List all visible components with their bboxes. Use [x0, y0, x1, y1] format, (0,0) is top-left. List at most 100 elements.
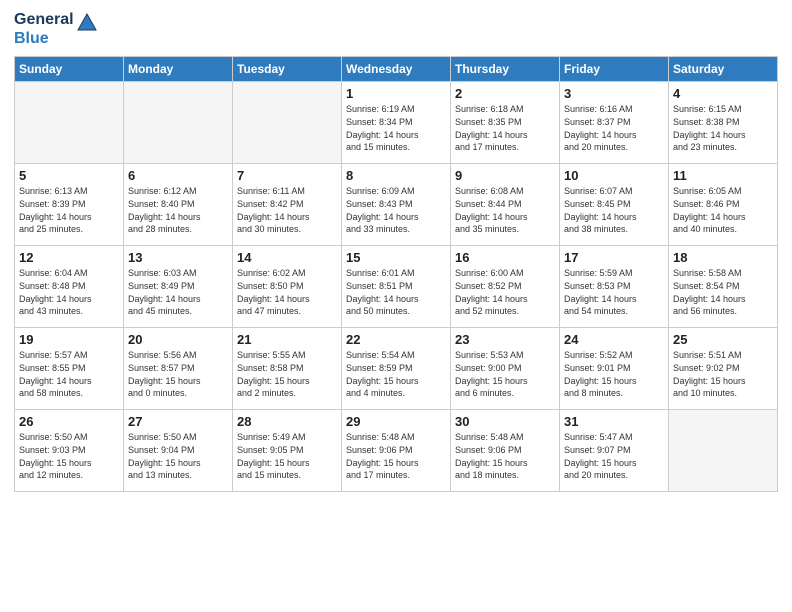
weekday-header: Tuesday: [233, 57, 342, 82]
calendar-cell: 21 Sunrise: 5:55 AM Sunset: 8:58 PM Dayli…: [233, 328, 342, 410]
day-number: 15: [346, 250, 446, 265]
page-container: GeneralBlue SundayMondayTuesdayWednesday…: [0, 0, 792, 502]
day-info: Sunrise: 5:57 AM Sunset: 8:55 PM Dayligh…: [19, 349, 119, 399]
day-info: Sunrise: 6:02 AM Sunset: 8:50 PM Dayligh…: [237, 267, 337, 317]
day-info: Sunrise: 6:07 AM Sunset: 8:45 PM Dayligh…: [564, 185, 664, 235]
weekday-header: Saturday: [669, 57, 778, 82]
day-number: 25: [673, 332, 773, 347]
day-number: 5: [19, 168, 119, 183]
calendar-cell: 29 Sunrise: 5:48 AM Sunset: 9:06 PM Dayli…: [342, 410, 451, 492]
weekday-header: Wednesday: [342, 57, 451, 82]
day-info: Sunrise: 5:51 AM Sunset: 9:02 PM Dayligh…: [673, 349, 773, 399]
calendar-cell: [15, 82, 124, 164]
day-info: Sunrise: 5:54 AM Sunset: 8:59 PM Dayligh…: [346, 349, 446, 399]
day-number: 27: [128, 414, 228, 429]
calendar-week-row: 1Sunrise: 6:19 AM Sunset: 8:34 PM Daylig…: [15, 82, 778, 164]
calendar-cell: 19 Sunrise: 5:57 AM Sunset: 8:55 PM Dayli…: [15, 328, 124, 410]
calendar-cell: 17 Sunrise: 5:59 AM Sunset: 8:53 PM Dayli…: [560, 246, 669, 328]
day-info: Sunrise: 5:50 AM Sunset: 9:03 PM Dayligh…: [19, 431, 119, 481]
day-number: 30: [455, 414, 555, 429]
calendar-cell: 27 Sunrise: 5:50 AM Sunset: 9:04 PM Dayli…: [124, 410, 233, 492]
calendar-cell: 22 Sunrise: 5:54 AM Sunset: 8:59 PM Dayli…: [342, 328, 451, 410]
calendar-cell: 5Sunrise: 6:13 AM Sunset: 8:39 PM Daylig…: [15, 164, 124, 246]
day-number: 21: [237, 332, 337, 347]
day-info: Sunrise: 5:59 AM Sunset: 8:53 PM Dayligh…: [564, 267, 664, 317]
calendar-cell: 20Sunrise: 5:56 AM Sunset: 8:57 PM Dayli…: [124, 328, 233, 410]
day-info: Sunrise: 6:05 AM Sunset: 8:46 PM Dayligh…: [673, 185, 773, 235]
calendar-cell: 23Sunrise: 5:53 AM Sunset: 9:00 PM Dayli…: [451, 328, 560, 410]
day-number: 14: [237, 250, 337, 265]
calendar-cell: 16 Sunrise: 6:00 AM Sunset: 8:52 PM Dayli…: [451, 246, 560, 328]
calendar-cell: 28 Sunrise: 5:49 AM Sunset: 9:05 PM Dayli…: [233, 410, 342, 492]
day-info: Sunrise: 6:16 AM Sunset: 8:37 PM Dayligh…: [564, 103, 664, 153]
logo-icon: [76, 12, 98, 34]
calendar-cell: 11 Sunrise: 6:05 AM Sunset: 8:46 PM Dayli…: [669, 164, 778, 246]
day-number: 17: [564, 250, 664, 265]
calendar-cell: 9 Sunrise: 6:08 AM Sunset: 8:44 PM Daylig…: [451, 164, 560, 246]
day-number: 8: [346, 168, 446, 183]
day-number: 6: [128, 168, 228, 183]
day-number: 18: [673, 250, 773, 265]
day-info: Sunrise: 6:00 AM Sunset: 8:52 PM Dayligh…: [455, 267, 555, 317]
calendar-cell: 13 Sunrise: 6:03 AM Sunset: 8:49 PM Dayli…: [124, 246, 233, 328]
day-info: Sunrise: 6:09 AM Sunset: 8:43 PM Dayligh…: [346, 185, 446, 235]
day-number: 2: [455, 86, 555, 101]
day-info: Sunrise: 6:12 AM Sunset: 8:40 PM Dayligh…: [128, 185, 228, 235]
calendar-table: SundayMondayTuesdayWednesdayThursdayFrid…: [14, 56, 778, 492]
calendar-cell: 3 Sunrise: 6:16 AM Sunset: 8:37 PM Daylig…: [560, 82, 669, 164]
calendar-cell: 12Sunrise: 6:04 AM Sunset: 8:48 PM Dayli…: [15, 246, 124, 328]
day-number: 9: [455, 168, 555, 183]
day-info: Sunrise: 5:52 AM Sunset: 9:01 PM Dayligh…: [564, 349, 664, 399]
day-info: Sunrise: 5:48 AM Sunset: 9:06 PM Dayligh…: [455, 431, 555, 481]
day-number: 16: [455, 250, 555, 265]
calendar-cell: [669, 410, 778, 492]
header: GeneralBlue: [14, 10, 778, 48]
day-number: 22: [346, 332, 446, 347]
calendar-cell: 8 Sunrise: 6:09 AM Sunset: 8:43 PM Daylig…: [342, 164, 451, 246]
day-number: 4: [673, 86, 773, 101]
day-number: 13: [128, 250, 228, 265]
day-info: Sunrise: 5:58 AM Sunset: 8:54 PM Dayligh…: [673, 267, 773, 317]
day-number: 10: [564, 168, 664, 183]
day-info: Sunrise: 6:03 AM Sunset: 8:49 PM Dayligh…: [128, 267, 228, 317]
day-info: Sunrise: 5:55 AM Sunset: 8:58 PM Dayligh…: [237, 349, 337, 399]
day-number: 19: [19, 332, 119, 347]
day-number: 31: [564, 414, 664, 429]
day-number: 29: [346, 414, 446, 429]
calendar-cell: 30 Sunrise: 5:48 AM Sunset: 9:06 PM Dayli…: [451, 410, 560, 492]
day-info: Sunrise: 6:15 AM Sunset: 8:38 PM Dayligh…: [673, 103, 773, 153]
day-info: Sunrise: 5:49 AM Sunset: 9:05 PM Dayligh…: [237, 431, 337, 481]
weekday-header: Thursday: [451, 57, 560, 82]
day-info: Sunrise: 6:08 AM Sunset: 8:44 PM Dayligh…: [455, 185, 555, 235]
day-number: 28: [237, 414, 337, 429]
day-number: 11: [673, 168, 773, 183]
calendar-week-row: 5Sunrise: 6:13 AM Sunset: 8:39 PM Daylig…: [15, 164, 778, 246]
weekday-header: Monday: [124, 57, 233, 82]
logo-text: GeneralBlue: [14, 10, 74, 48]
day-info: Sunrise: 5:53 AM Sunset: 9:00 PM Dayligh…: [455, 349, 555, 399]
calendar-cell: 15 Sunrise: 6:01 AM Sunset: 8:51 PM Dayli…: [342, 246, 451, 328]
calendar-week-row: 26 Sunrise: 5:50 AM Sunset: 9:03 PM Dayli…: [15, 410, 778, 492]
day-info: Sunrise: 6:04 AM Sunset: 8:48 PM Dayligh…: [19, 267, 119, 317]
day-info: Sunrise: 6:11 AM Sunset: 8:42 PM Dayligh…: [237, 185, 337, 235]
calendar-cell: 24 Sunrise: 5:52 AM Sunset: 9:01 PM Dayli…: [560, 328, 669, 410]
day-info: Sunrise: 6:01 AM Sunset: 8:51 PM Dayligh…: [346, 267, 446, 317]
day-number: 20: [128, 332, 228, 347]
weekday-header-row: SundayMondayTuesdayWednesdayThursdayFrid…: [15, 57, 778, 82]
calendar-week-row: 12Sunrise: 6:04 AM Sunset: 8:48 PM Dayli…: [15, 246, 778, 328]
calendar-cell: 6 Sunrise: 6:12 AM Sunset: 8:40 PM Daylig…: [124, 164, 233, 246]
day-info: Sunrise: 6:18 AM Sunset: 8:35 PM Dayligh…: [455, 103, 555, 153]
day-info: Sunrise: 5:47 AM Sunset: 9:07 PM Dayligh…: [564, 431, 664, 481]
weekday-header: Sunday: [15, 57, 124, 82]
calendar-week-row: 19 Sunrise: 5:57 AM Sunset: 8:55 PM Dayli…: [15, 328, 778, 410]
day-info: Sunrise: 5:50 AM Sunset: 9:04 PM Dayligh…: [128, 431, 228, 481]
day-info: Sunrise: 5:48 AM Sunset: 9:06 PM Dayligh…: [346, 431, 446, 481]
calendar-cell: [124, 82, 233, 164]
day-number: 26: [19, 414, 119, 429]
day-info: Sunrise: 6:19 AM Sunset: 8:34 PM Dayligh…: [346, 103, 446, 153]
calendar-cell: 1Sunrise: 6:19 AM Sunset: 8:34 PM Daylig…: [342, 82, 451, 164]
weekday-header: Friday: [560, 57, 669, 82]
day-number: 3: [564, 86, 664, 101]
day-number: 24: [564, 332, 664, 347]
calendar-cell: 31 Sunrise: 5:47 AM Sunset: 9:07 PM Dayli…: [560, 410, 669, 492]
